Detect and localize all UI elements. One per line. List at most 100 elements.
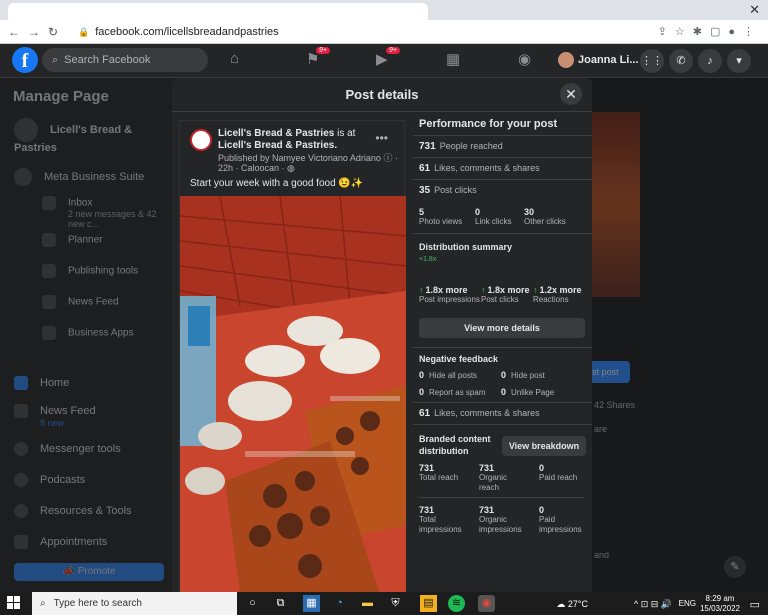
calendar-app-icon[interactable]: ▦: [303, 595, 320, 612]
security-icon[interactable]: ⛨: [387, 595, 404, 612]
stat-value: 1.8x more: [487, 285, 530, 295]
inbox-icon: [42, 196, 56, 210]
edit-icon: ✎: [724, 556, 746, 578]
post-published-by: Published by Namyee Victoriano Adriano: [218, 153, 381, 163]
stat-value: 0: [501, 370, 507, 380]
post-location[interactable]: Licell's Bread & Pastries.: [218, 140, 337, 151]
sidebar-item-inbox[interactable]: Inbox: [42, 196, 92, 210]
stat-value: 731: [479, 463, 495, 473]
flag-icon[interactable]: ⚑ 9+: [306, 47, 330, 68]
forward-icon[interactable]: →: [28, 25, 40, 39]
address-bar-row: ← → ↻ 🔒 facebook.com/licellsbreadandpastr…: [0, 20, 768, 44]
windows-start-icon[interactable]: [7, 596, 21, 610]
messenger-icon[interactable]: ✆: [669, 49, 693, 73]
divider: [413, 179, 592, 180]
stat-label: Likes, comments & shares: [434, 408, 540, 418]
post-photo[interactable]: [180, 196, 406, 592]
stat-label: Post clicks: [434, 185, 477, 195]
view-more-details-button[interactable]: View more details: [419, 318, 585, 338]
calendar-icon: [14, 535, 28, 549]
negative-feedback-title: Negative feedback: [419, 354, 499, 364]
view-breakdown-button[interactable]: View breakdown: [502, 436, 586, 456]
sidebar-item-messenger-tools[interactable]: Messenger tools: [14, 442, 121, 456]
organic-reach-stat: 731 Organic reach: [479, 463, 529, 493]
file-explorer-icon[interactable]: ▬: [359, 595, 376, 612]
tray-icons[interactable]: ^ ⊡ ⊟ 🔊: [634, 599, 672, 610]
people-reached-stat: 731 People reached: [419, 141, 503, 152]
video-icon[interactable]: ▶ 9+: [376, 47, 400, 68]
weather-widget[interactable]: ☁ 27°C: [556, 599, 588, 610]
sidebar-item-news-feed[interactable]: News Feed: [42, 295, 119, 309]
sidebar-item-home[interactable]: Home: [14, 376, 69, 390]
sticky-notes-icon[interactable]: ▤: [420, 595, 437, 612]
sidebar-item-news-feed-2[interactable]: News Feed: [14, 404, 96, 418]
photo-views-stat: 5 Photo views: [419, 207, 462, 227]
info-icon: [14, 504, 28, 518]
stat-value: 731: [479, 505, 495, 515]
stat-label: Reactions: [533, 295, 569, 304]
post-options-icon[interactable]: •••: [375, 131, 388, 145]
sidebar-item-planner[interactable]: Planner: [42, 233, 102, 247]
facebook-logo-icon[interactable]: f: [12, 47, 38, 73]
sidebar-label: News Feed: [68, 296, 119, 308]
browser-tab[interactable]: [8, 3, 428, 20]
sidebar-item-resources[interactable]: Resources & Tools: [14, 504, 132, 518]
stat-value: 731: [419, 463, 435, 473]
sidebar-title: Manage Page: [13, 88, 109, 105]
post-is-at: is at: [334, 128, 356, 139]
menu-grid-icon[interactable]: ⋮⋮: [640, 49, 664, 73]
weather-temp: 27°C: [567, 599, 588, 609]
back-icon[interactable]: ←: [8, 25, 20, 39]
sidebar-item-business-apps[interactable]: Business Apps: [42, 326, 134, 340]
news-feed-subtitle: 8 new: [40, 418, 65, 428]
sidebar-item-meta-business-suite[interactable]: Meta Business Suite: [14, 168, 144, 186]
task-view-icon[interactable]: ⧉: [272, 595, 289, 612]
post-page-name[interactable]: Licell's Bread & Pastries: [218, 128, 334, 139]
podcast-icon: [14, 473, 28, 487]
stat-value: 731: [419, 505, 435, 515]
page-avatar[interactable]: [190, 129, 212, 151]
video-badge: 9+: [386, 47, 400, 54]
clock[interactable]: 8:29 am 15/03/2022: [698, 594, 742, 614]
sidebar-label: News Feed: [40, 404, 96, 417]
sidebar-label: Meta Business Suite: [44, 170, 145, 183]
groups-icon[interactable]: ◉: [518, 50, 531, 68]
up-arrow-icon: ↑: [533, 285, 538, 295]
browser-toolbar-icons[interactable]: ⇪☆✱▢●⋮: [658, 25, 762, 38]
notifications-icon[interactable]: ♪: [698, 49, 722, 73]
modal-close-button[interactable]: ✕: [560, 83, 582, 105]
post-time: 22h · Caloocan ·: [218, 163, 288, 173]
sidebar-page-name[interactable]: Licell's Bread & Pastries: [14, 118, 172, 154]
profile-shortcut[interactable]: Joanna Li...: [558, 52, 639, 68]
stat-value: 5: [419, 207, 425, 217]
promote-button[interactable]: 📣 Promote: [14, 563, 164, 581]
cortana-icon[interactable]: ○: [244, 595, 261, 612]
stat-value: 1.8x more: [425, 285, 468, 295]
url-field[interactable]: 🔒 facebook.com/licellsbreadandpastries: [70, 23, 636, 41]
sidebar-item-podcasts[interactable]: Podcasts: [14, 473, 85, 487]
spotify-icon[interactable]: ≋: [448, 595, 465, 612]
taskbar-search-input[interactable]: ⌕ Type here to search: [32, 592, 237, 615]
chrome-icon[interactable]: ◉: [478, 595, 495, 612]
megaphone-icon: 📣: [62, 566, 78, 577]
post-meta: Published by Namyee Victoriano Adriano ⓘ…: [218, 153, 398, 173]
marketplace-icon[interactable]: ▦: [446, 50, 460, 68]
search-facebook-input[interactable]: ⌕ Search Facebook: [42, 48, 208, 72]
language-indicator[interactable]: ENG: [679, 599, 696, 608]
report-spam-stat: 0 Report as spam: [419, 387, 485, 397]
home-icon[interactable]: ⌂: [230, 50, 239, 67]
stat-value: 0: [501, 387, 507, 397]
sidebar-item-appointments[interactable]: Appointments: [14, 535, 107, 549]
stat-label: Likes, comments & shares: [434, 163, 540, 173]
edge-icon[interactable]: ◔: [331, 595, 348, 612]
browser-tabstrip: ✕: [0, 0, 768, 20]
background-text-2: and: [594, 550, 610, 560]
account-menu-icon[interactable]: ▾: [727, 49, 751, 73]
apps-icon: [42, 326, 56, 340]
sidebar-item-publishing-tools[interactable]: Publishing tools: [42, 264, 138, 278]
reload-icon[interactable]: ↻: [48, 25, 58, 39]
divider: [413, 135, 592, 136]
window-close-icon[interactable]: ✕: [749, 2, 760, 18]
promote-label: Promote: [77, 566, 116, 577]
notification-center-icon[interactable]: ▭: [750, 598, 760, 611]
